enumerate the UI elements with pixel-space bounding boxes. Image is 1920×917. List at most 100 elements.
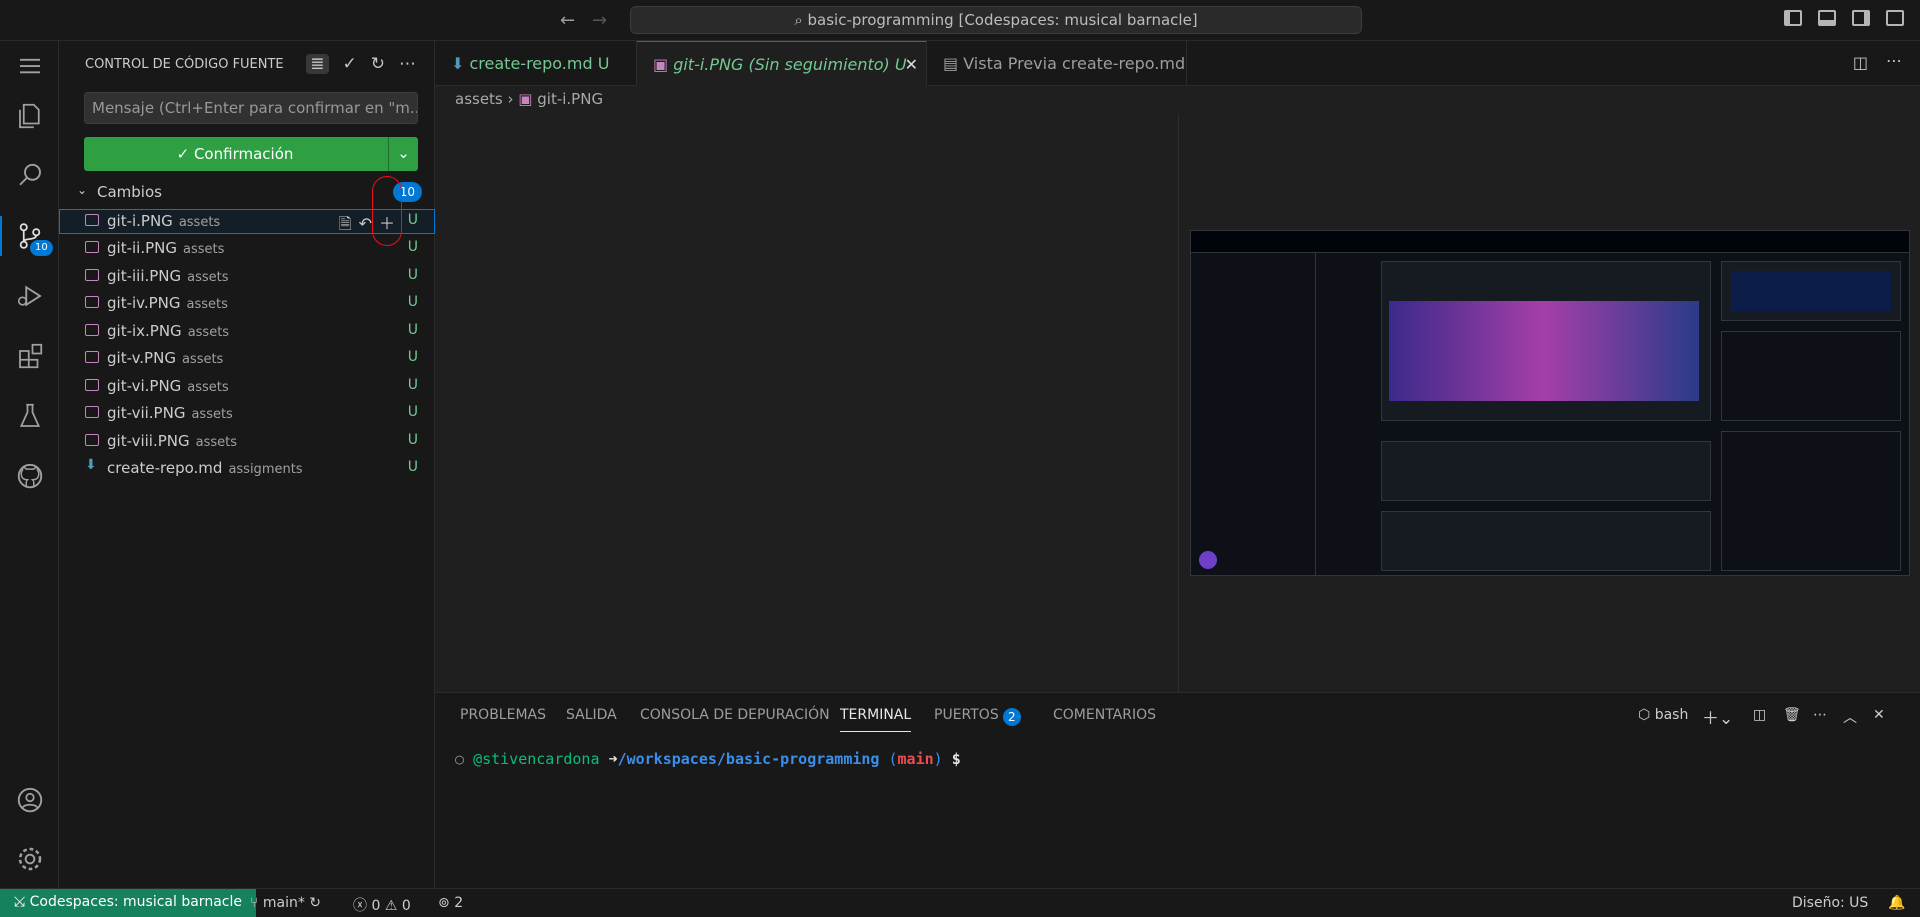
file-status: U bbox=[407, 294, 418, 310]
file-row[interactable]: git-v.PNG assets U bbox=[59, 346, 435, 371]
toggle-secondary-sidebar-icon[interactable] bbox=[1852, 10, 1870, 26]
activity-bar: 10 bbox=[0, 41, 59, 888]
file-dir: assets bbox=[191, 407, 233, 422]
breadcrumb-folder[interactable]: assets bbox=[455, 90, 503, 108]
file-name: git-viii.PNG bbox=[107, 432, 190, 450]
editor-divider bbox=[1178, 114, 1179, 692]
status-bar: ⤩ Codespaces: musical barnacle ⑂ main* ↻… bbox=[0, 888, 1920, 917]
remote-indicator[interactable]: ⤩ Codespaces: musical barnacle bbox=[0, 889, 256, 917]
file-dir: assets bbox=[187, 380, 229, 395]
layout-controls bbox=[1784, 10, 1920, 30]
maximize-panel-icon[interactable]: ︿ bbox=[1843, 707, 1857, 727]
file-dir: assets bbox=[187, 270, 229, 285]
chevron-down-icon[interactable]: ⌄ bbox=[388, 137, 418, 171]
problems-indicator[interactable]: ⓧ 0 ⚠ 0 bbox=[353, 895, 411, 915]
tab-status: U bbox=[597, 54, 610, 73]
back-icon[interactable]: ← bbox=[560, 10, 575, 31]
file-row[interactable]: git-vii.PNG assets U bbox=[59, 401, 435, 426]
file-name: git-vi.PNG bbox=[107, 377, 182, 395]
forward-icon[interactable]: → bbox=[592, 10, 607, 31]
markdown-file-icon: ⬇ bbox=[451, 54, 470, 73]
github-icon[interactable] bbox=[0, 451, 59, 501]
extensions-icon[interactable] bbox=[0, 331, 59, 381]
discard-changes-icon[interactable]: ↶ bbox=[359, 214, 372, 233]
tab-preview-create-repo[interactable]: ▤ Vista Previa create-repo.md bbox=[927, 41, 1187, 86]
terminal-arrow: ➜ bbox=[608, 750, 618, 768]
toggle-primary-sidebar-icon[interactable] bbox=[1784, 10, 1802, 26]
tab-comments[interactable]: COMENTARIOS bbox=[1053, 707, 1156, 723]
tab-problems[interactable]: PROBLEMAS bbox=[460, 707, 546, 723]
file-row[interactable]: git-iv.PNG assets U bbox=[59, 291, 435, 316]
file-name: git-i.PNG bbox=[107, 212, 173, 230]
search-icon[interactable] bbox=[0, 151, 59, 201]
image-file-icon bbox=[85, 241, 99, 253]
file-name: git-v.PNG bbox=[107, 349, 176, 367]
testing-icon[interactable] bbox=[0, 391, 59, 441]
branch-close: ) bbox=[933, 750, 943, 768]
terminal-output[interactable]: ○ @stivencardona ➜/workspaces/basic-prog… bbox=[455, 750, 961, 768]
file-status: U bbox=[407, 349, 418, 365]
file-row[interactable]: git-viii.PNG assets U bbox=[59, 429, 435, 454]
explorer-icon[interactable] bbox=[0, 91, 59, 141]
commit-message-input[interactable]: Mensaje (Ctrl+Enter para confirmar en "m… bbox=[84, 92, 418, 124]
ports-count: 2 bbox=[454, 895, 464, 911]
command-center[interactable]: ⌕ basic-programming [Codespaces: musical… bbox=[630, 6, 1362, 34]
image-file-icon bbox=[85, 296, 99, 308]
split-editor-icon[interactable]: ◫ bbox=[1853, 53, 1868, 72]
branch-indicator[interactable]: ⑂ main* ↻ bbox=[250, 895, 321, 911]
run-debug-icon[interactable] bbox=[0, 271, 59, 321]
source-control-badge: 10 bbox=[30, 240, 53, 256]
file-row[interactable]: git-iii.PNG assets U bbox=[59, 264, 435, 289]
file-status: U bbox=[407, 212, 418, 228]
tab-git-i[interactable]: ▣ git-i.PNG (Sin seguimiento) U ✕ bbox=[637, 41, 927, 86]
customize-layout-icon[interactable] bbox=[1886, 10, 1904, 26]
file-dir: assets bbox=[187, 325, 230, 340]
source-control-icon[interactable]: 10 bbox=[0, 211, 59, 261]
tab-debug-console[interactable]: CONSOLA DE DEPURACIÓN bbox=[640, 707, 830, 723]
notifications-icon[interactable]: 🔔 bbox=[1888, 895, 1905, 911]
ports-indicator[interactable]: ⊚ 2 bbox=[438, 895, 463, 911]
file-row[interactable]: git-ix.PNG assets U bbox=[59, 319, 435, 344]
breadcrumb-file[interactable]: git-i.PNG bbox=[537, 90, 603, 108]
breadcrumb: assets › ▣ git-i.PNG bbox=[455, 90, 604, 108]
more-actions-icon[interactable]: ⋯ bbox=[1813, 707, 1827, 723]
image-file-icon bbox=[85, 324, 99, 336]
new-terminal-icon[interactable]: ＋⌄ bbox=[1702, 704, 1733, 729]
commit-button[interactable]: ✓ Confirmación ⌄ bbox=[84, 137, 418, 171]
close-icon[interactable]: ✕ bbox=[905, 42, 918, 87]
file-row[interactable]: git-vi.PNG assets U bbox=[59, 374, 435, 399]
commit-check-icon[interactable]: ✓ bbox=[343, 54, 357, 74]
sidebar-actions: ≣ ✓ ↻ ⋯ bbox=[292, 54, 416, 74]
toggle-panel-icon[interactable] bbox=[1818, 10, 1836, 26]
tab-label: Vista Previa create-repo.md bbox=[963, 54, 1186, 73]
menu-icon[interactable] bbox=[0, 41, 59, 91]
commit-button-label: ✓ Confirmación bbox=[176, 145, 294, 163]
more-actions-icon[interactable]: ⋯ bbox=[399, 54, 416, 74]
keyboard-layout[interactable]: Diseño: US bbox=[1792, 895, 1868, 911]
file-status: U bbox=[407, 459, 418, 475]
split-terminal-icon[interactable]: ◫ bbox=[1753, 707, 1766, 723]
changes-label: Cambios bbox=[97, 183, 162, 201]
file-row[interactable]: ⬇ create-repo.md assigments U bbox=[59, 456, 435, 481]
more-actions-icon[interactable]: ⋯ bbox=[1886, 51, 1902, 70]
terminal-shell[interactable]: ⬡ bash bbox=[1638, 707, 1688, 723]
refresh-icon[interactable]: ↻ bbox=[371, 54, 385, 74]
tab-terminal[interactable]: TERMINAL bbox=[840, 707, 912, 732]
accounts-icon[interactable] bbox=[0, 775, 59, 825]
tab-ports[interactable]: PUERTOS bbox=[934, 707, 999, 723]
terminal-prompt: $ bbox=[951, 750, 961, 768]
settings-gear-icon[interactable] bbox=[0, 834, 59, 884]
image-file-icon bbox=[85, 379, 99, 391]
open-file-icon[interactable]: 🗎 bbox=[339, 214, 352, 233]
file-dir: assigments bbox=[228, 462, 303, 477]
warning-icon: ⚠ bbox=[384, 898, 402, 914]
close-panel-icon[interactable]: ✕ bbox=[1873, 707, 1885, 723]
sync-icon[interactable]: ↻ bbox=[309, 895, 321, 911]
image-file-icon: ▣ bbox=[518, 90, 533, 108]
tab-create-repo[interactable]: ⬇ create-repo.md U bbox=[435, 41, 637, 86]
file-name: git-vii.PNG bbox=[107, 404, 186, 422]
trash-icon[interactable]: 🗑 bbox=[1783, 707, 1801, 723]
tab-output[interactable]: SALIDA bbox=[566, 707, 617, 723]
remote-icon: ⤩ bbox=[14, 894, 30, 910]
view-as-tree-icon[interactable]: ≣ bbox=[306, 54, 329, 74]
